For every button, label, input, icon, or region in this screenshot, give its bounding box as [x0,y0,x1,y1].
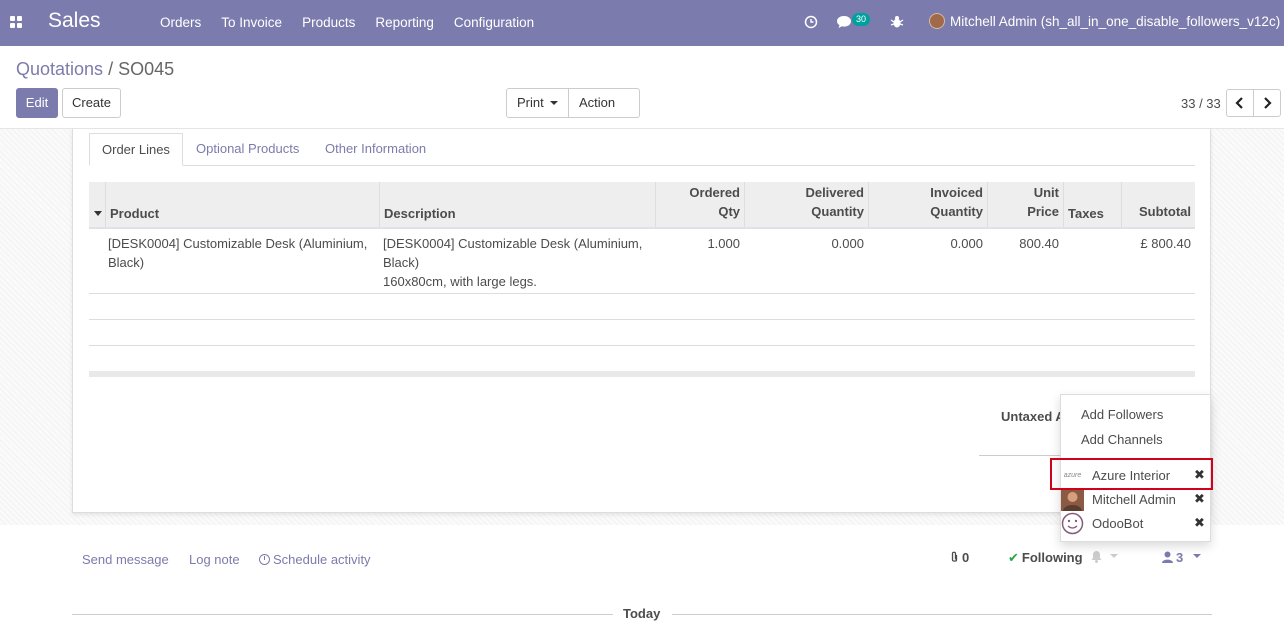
untaxed-amount-label: Untaxed A [1001,409,1065,424]
menu-to-invoice[interactable]: To Invoice [221,15,282,30]
user-menu[interactable]: Mitchell Admin (sh_all_in_one_disable_fo… [929,13,1280,29]
tab-order-lines[interactable]: Order Lines [89,133,183,166]
notification-caret-icon[interactable] [1110,554,1118,558]
breadcrumb: Quotations / SO045 [16,59,174,80]
log-note-button[interactable]: Log note [189,552,240,567]
follower-item[interactable]: Mitchell Admin ✖ [1060,488,1211,512]
chevron-left-icon [1235,97,1243,109]
activity-clock-icon[interactable] [804,15,818,29]
bell-icon[interactable] [1090,550,1103,564]
tab-optional-products[interactable]: Optional Products [184,133,311,166]
header-subtotal[interactable]: Subtotal [1122,182,1195,227]
totals-divider [979,455,1069,456]
breadcrumb-current: SO045 [118,59,175,79]
add-followers-item[interactable]: Add Followers [1081,407,1163,422]
user-photo-icon [1061,488,1084,511]
order-lines-header: Product Description Ordered Qty Delivered… [89,182,1195,229]
header-product[interactable]: Product [106,182,380,227]
highlight-box [1050,458,1213,490]
follower-name[interactable]: OdooBot [1092,516,1143,531]
header-description[interactable]: Description [380,182,656,227]
cell-product: [DESK0004] Customizable Desk (Aluminium,… [108,236,368,270]
cell-subtotal: £ 800.40 [1140,236,1191,251]
top-navbar: Sales Orders To Invoice Products Reporti… [0,0,1284,46]
header-ordered-qty[interactable]: Ordered Qty [656,182,745,227]
schedule-activity-button[interactable]: Schedule activity [259,552,371,567]
notebook-tabs: Order Lines Optional Products Other Info… [89,133,1195,166]
following-button[interactable]: ✔ Following [1008,550,1083,566]
pager-previous-button[interactable] [1226,89,1254,117]
menu-orders[interactable]: Orders [160,15,201,30]
print-label: Print [517,95,544,110]
header-handle [89,182,106,227]
empty-row [89,294,1195,320]
followers-button[interactable]: 3 [1162,550,1183,565]
cell-unit-price: 800.40 [1019,236,1059,251]
odoobot-avatar-icon [1061,512,1084,535]
sort-caret-icon [94,211,102,216]
pager-value[interactable]: 33 / 33 [1181,96,1221,111]
main-menu: Orders To Invoice Products Reporting Con… [160,15,554,30]
messages-count-badge: 30 [852,13,871,26]
cell-description: [DESK0004] Customizable Desk (Aluminium,… [383,236,643,289]
header-invoiced-quantity[interactable]: Invoiced Quantity [869,182,988,227]
app-name: Sales [48,9,101,32]
clock-icon [259,554,270,565]
attachments-button[interactable]: 0 [950,550,969,565]
chevron-right-icon [1264,97,1272,109]
cell-ordered-qty: 1.000 [707,236,740,251]
cell-delivered-quantity: 0.000 [831,236,864,251]
today-label: Today [623,606,661,621]
breadcrumb-separator: / [108,59,114,79]
menu-products[interactable]: Products [302,15,355,30]
pager-next-button[interactable] [1253,89,1281,117]
create-button[interactable]: Create [62,88,121,118]
paperclip-icon [951,551,958,562]
menu-reporting[interactable]: Reporting [375,15,434,30]
edit-button[interactable]: Edit [16,88,58,118]
tab-other-information[interactable]: Other Information [313,133,438,166]
cell-invoiced-quantity: 0.000 [950,236,983,251]
action-label: Action [579,95,616,110]
empty-row [89,320,1195,346]
header-taxes[interactable]: Taxes [1064,182,1122,227]
apps-menu-icon[interactable] [10,16,23,29]
remove-follower-icon[interactable]: ✖ [1194,515,1205,531]
table-row[interactable]: [DESK0004] Customizable Desk (Aluminium,… [89,229,1195,294]
header-delivered-quantity[interactable]: Delivered Quantity [745,182,869,227]
follower-item[interactable]: OdooBot ✖ [1060,512,1211,536]
breadcrumb-parent[interactable]: Quotations [16,59,103,79]
header-unit-price[interactable]: Unit Price [988,182,1064,227]
action-dropdown[interactable]: Action [568,88,640,118]
user-avatar [929,13,945,29]
table-footer [89,371,1195,377]
messages-icon[interactable] [836,15,852,29]
today-divider-left [72,614,613,615]
today-divider-right [672,614,1212,615]
debug-bug-icon[interactable] [890,15,904,29]
print-dropdown[interactable]: Print [506,88,569,118]
remove-follower-icon[interactable]: ✖ [1194,491,1205,507]
follower-name[interactable]: Mitchell Admin [1092,492,1176,507]
add-channels-item[interactable]: Add Channels [1081,432,1163,447]
followers-caret-icon[interactable] [1193,554,1201,558]
user-icon [1162,551,1173,563]
menu-configuration[interactable]: Configuration [454,15,534,30]
send-message-button[interactable]: Send message [82,552,169,567]
check-icon: ✔ [1008,550,1019,565]
user-name: Mitchell Admin (sh_all_in_one_disable_fo… [950,13,1281,29]
